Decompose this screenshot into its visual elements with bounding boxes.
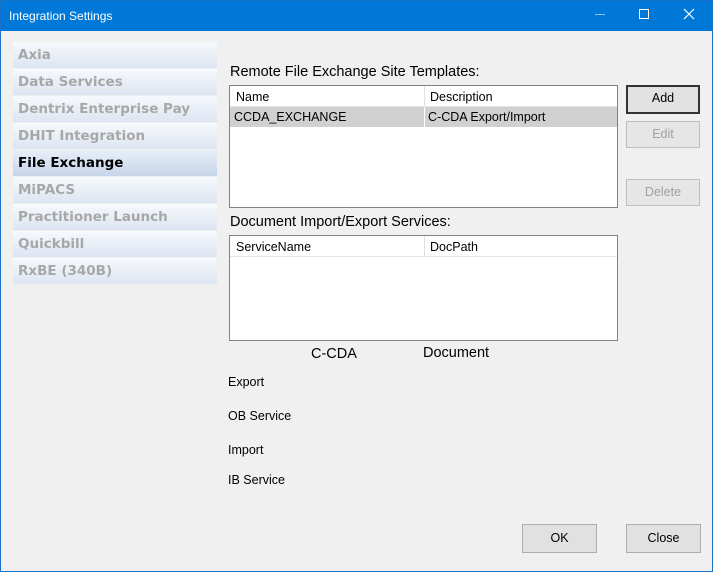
column-header-description[interactable]: Description: [424, 86, 493, 106]
maximize-icon[interactable]: [621, 1, 667, 31]
sidebar-item-data-services[interactable]: Data Services: [13, 69, 217, 95]
ccda-column-label: C-CDA: [311, 346, 357, 362]
import-label: Import: [228, 443, 264, 457]
document-column-label: Document: [423, 345, 490, 361]
services-list[interactable]: ServiceName DocPath: [229, 235, 618, 341]
window-title: Integration Settings: [9, 9, 113, 23]
templates-label: Remote File Exchange Site Templates:: [230, 64, 480, 80]
ob-service-label: OB Service: [228, 409, 292, 423]
title-bar[interactable]: Integration Settings: [1, 1, 712, 31]
sidebar-item-mipacs[interactable]: MiPACS: [13, 177, 217, 203]
sidebar-item-file-exchange[interactable]: File Exchange: [13, 150, 217, 176]
sidebar-item-axia[interactable]: Axia: [13, 42, 217, 68]
export-label: Export: [228, 375, 265, 389]
delete-button[interactable]: Delete: [626, 179, 700, 206]
integration-settings-window: Integration Settings Axia Data Services …: [0, 0, 713, 572]
services-list-header: ServiceName DocPath: [230, 236, 617, 257]
column-header-doc-path[interactable]: DocPath: [424, 236, 478, 256]
templates-list-header: Name Description: [230, 86, 617, 107]
integration-sidebar: Axia Data Services Dentrix Enterprise Pa…: [13, 42, 217, 285]
close-button[interactable]: Close: [626, 524, 701, 553]
minimize-icon: [577, 1, 623, 31]
ok-button[interactable]: OK: [522, 524, 597, 553]
template-description-cell: C-CDA Export/Import: [428, 110, 546, 124]
templates-list[interactable]: Name Description CCDA_EXCHANGE C-CDA Exp…: [229, 85, 618, 208]
column-header-service-name[interactable]: ServiceName: [230, 236, 311, 256]
sidebar-item-practitioner-launch[interactable]: Practitioner Launch: [13, 204, 217, 230]
close-icon[interactable]: [666, 1, 712, 31]
add-button[interactable]: Add: [626, 85, 700, 114]
sidebar-item-rxbe-340b[interactable]: RxBE (340B): [13, 258, 217, 284]
template-name-cell: CCDA_EXCHANGE: [234, 110, 347, 124]
sidebar-item-dentrix-enterprise-pay[interactable]: Dentrix Enterprise Pay: [13, 96, 217, 122]
column-header-name[interactable]: Name: [230, 86, 269, 106]
ib-service-label: IB Service: [228, 473, 285, 487]
edit-button[interactable]: Edit: [626, 121, 700, 148]
table-row[interactable]: CCDA_EXCHANGE C-CDA Export/Import: [230, 107, 617, 127]
sidebar-item-dhit-integration[interactable]: DHIT Integration: [13, 123, 217, 149]
services-label: Document Import/Export Services:: [230, 214, 451, 230]
sidebar-item-quickbill[interactable]: Quickbill: [13, 231, 217, 257]
